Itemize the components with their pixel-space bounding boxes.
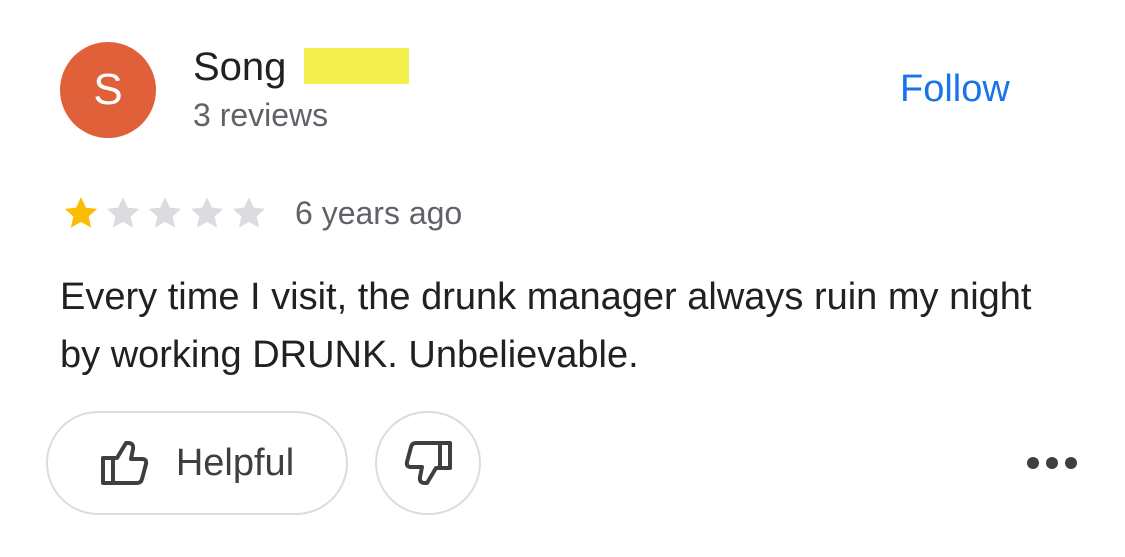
star-icon — [190, 197, 224, 228]
star-rating — [60, 193, 270, 233]
star-icon — [148, 197, 182, 228]
follow-button[interactable]: Follow — [890, 66, 1020, 112]
redaction-mark — [304, 48, 409, 84]
review-time: 6 years ago — [295, 195, 463, 231]
thumbs-up-icon — [100, 441, 148, 485]
reviewer-name[interactable]: Song — [193, 44, 286, 90]
star-icon — [232, 197, 266, 228]
star-icon — [64, 197, 98, 228]
helpful-button[interactable]: Helpful — [46, 411, 348, 515]
avatar-letter: S — [93, 65, 123, 114]
helpful-label: Helpful — [175, 441, 295, 484]
avatar[interactable]: S — [60, 42, 156, 138]
star-icon — [106, 197, 140, 228]
not-helpful-button[interactable] — [375, 411, 481, 515]
thumbs-down-icon — [404, 441, 452, 485]
more-options-button[interactable] — [1022, 445, 1082, 481]
review-count: 3 reviews — [193, 97, 329, 133]
review-text: Every time I visit, the drunk manager al… — [60, 276, 1032, 376]
more-horizontal-icon — [1027, 457, 1077, 469]
